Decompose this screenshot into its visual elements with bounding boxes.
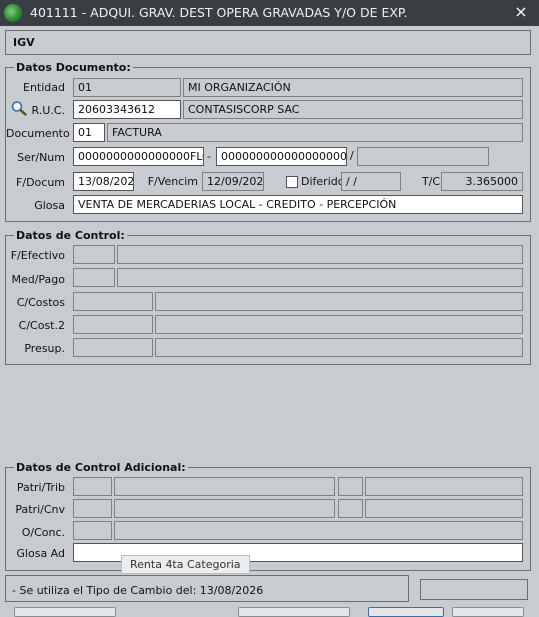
presup-code-field[interactable] xyxy=(73,338,153,357)
search-ruc-icon[interactable] xyxy=(10,100,28,116)
ruc-input[interactable]: 20603343612 xyxy=(73,100,181,119)
entidad-code-field[interactable]: 01 xyxy=(73,78,181,97)
numero-slash: / xyxy=(350,149,354,162)
fvencim-field[interactable]: 12/09/2026 xyxy=(202,172,264,191)
patricnv-desc-field xyxy=(114,499,335,518)
patricnv-desc2-field xyxy=(365,499,523,518)
presup-label: Presup. xyxy=(24,342,65,355)
patritrib-label: Patri/Trib xyxy=(16,481,65,494)
patritrib-desc-field xyxy=(114,477,335,496)
tc-field: 3.365000 xyxy=(441,172,523,191)
header-panel: IGV xyxy=(5,30,531,55)
entidad-name-field: MI ORGANIZACIÓN xyxy=(183,78,523,97)
patritrib-desc2-field xyxy=(365,477,523,496)
numero-input[interactable]: 00000000000000000081 xyxy=(216,147,347,166)
datos-control-legend: Datos de Control: xyxy=(14,229,127,242)
medpago-label: Med/Pago xyxy=(11,273,65,286)
diferido-checkbox[interactable] xyxy=(286,176,298,188)
medpago-code-field[interactable] xyxy=(73,268,115,287)
header-label: IGV xyxy=(13,36,35,49)
status-message: - Se utiliza el Tipo de Cambio del: 13/0… xyxy=(12,584,264,597)
status-message-panel: - Se utiliza el Tipo de Cambio del: 13/0… xyxy=(5,575,409,602)
glosa-input[interactable]: VENTA DE MERCADERIAS LOCAL - CREDITO - P… xyxy=(73,195,523,214)
sernum-extra-field[interactable] xyxy=(357,147,489,166)
bottom-button-4[interactable] xyxy=(452,607,524,617)
datos-control-adicional-legend: Datos de Control Adicional: xyxy=(14,461,188,474)
documento-label: Documento xyxy=(6,127,70,140)
close-icon[interactable]: × xyxy=(513,3,529,21)
bottom-button-1[interactable] xyxy=(14,607,116,617)
glosaad-label: Glosa Ad xyxy=(16,547,65,560)
ccost2-code-field[interactable] xyxy=(73,315,153,334)
bottom-button-3[interactable] xyxy=(368,607,444,617)
ccostos-label: C/Costos xyxy=(16,296,65,309)
ruc-name-field: CONTASISCORP SAC xyxy=(183,100,523,119)
fefectivo-desc-field xyxy=(117,245,523,264)
ccostos-code-field[interactable] xyxy=(73,292,153,311)
serie-input[interactable]: 0000000000000000FLO1 xyxy=(73,147,204,166)
ccost2-desc-field xyxy=(155,315,523,334)
diferido-label: Diferido xyxy=(301,175,345,188)
ruc-label: R.U.C. xyxy=(31,104,65,117)
bottom-button-2[interactable] xyxy=(238,607,350,617)
documento-code-input[interactable]: 01 xyxy=(73,123,105,142)
glosa-label: Glosa xyxy=(34,199,65,212)
tooltip: Renta 4ta Categoria xyxy=(121,555,250,574)
patritrib-code-field[interactable] xyxy=(73,477,112,496)
oconc-label: O/Conc. xyxy=(21,526,65,539)
window-title: 401111 - ADQUI. GRAV. DEST OPERA GRAVADA… xyxy=(30,5,408,20)
fefectivo-code-field[interactable] xyxy=(73,245,115,264)
oconc-desc-field xyxy=(114,521,523,540)
sernum-label: Ser/Num xyxy=(17,151,65,164)
tc-label: T/C xyxy=(422,175,441,188)
serie-dash: - xyxy=(207,150,211,163)
status-extra-panel xyxy=(420,579,528,600)
fefectivo-label: F/Efectivo xyxy=(10,249,65,262)
ccostos-desc-field xyxy=(155,292,523,311)
title-bar: 401111 - ADQUI. GRAV. DEST OPERA GRAVADA… xyxy=(0,0,539,26)
patricnv-label: Patri/Cnv xyxy=(15,503,65,516)
patricnv-code2-field[interactable] xyxy=(338,499,363,518)
fdocum-input[interactable]: 13/08/2026 xyxy=(73,172,134,191)
fdocum-label: F/Docum xyxy=(16,176,65,189)
presup-desc-field xyxy=(155,338,523,357)
patricnv-code-field[interactable] xyxy=(73,499,112,518)
ccost2-label: C/Cost.2 xyxy=(18,319,65,332)
patritrib-code2-field[interactable] xyxy=(338,477,363,496)
medpago-desc-field xyxy=(117,268,523,287)
oconc-code-field[interactable] xyxy=(73,521,112,540)
documento-name-field: FACTURA xyxy=(107,123,523,142)
datos-documento-legend: Datos Documento: xyxy=(14,61,133,74)
entidad-label: Entidad xyxy=(23,81,65,94)
diferido-date-field[interactable]: / / xyxy=(341,172,401,191)
app-logo-icon xyxy=(4,4,22,22)
fvencim-label: F/Vencim xyxy=(147,175,198,188)
